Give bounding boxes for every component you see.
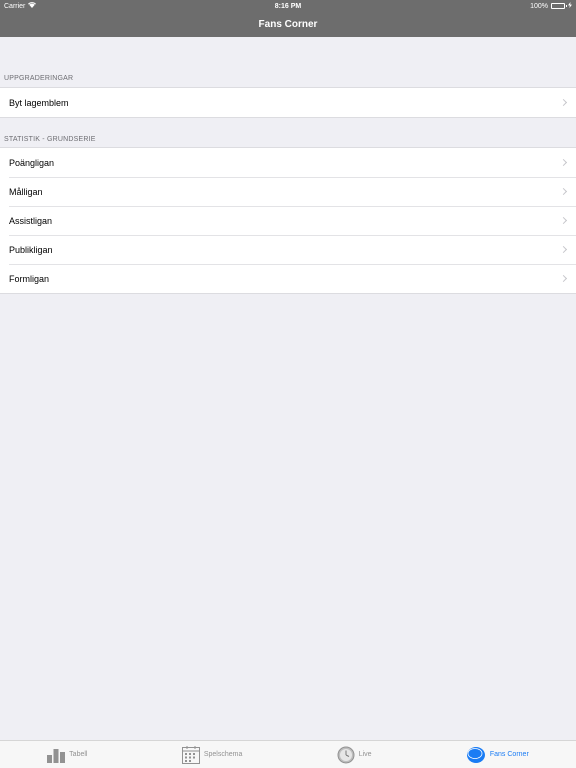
chevron-right-icon — [559, 216, 568, 225]
tab-label: Fans Corner — [489, 751, 529, 758]
status-bar: Carrier 8:16 PM 100% — [0, 0, 576, 12]
tab-spelschema[interactable]: Spelschema — [181, 745, 243, 764]
row-label: Byt lagemblem — [9, 97, 69, 108]
battery-percent: 100% — [530, 2, 548, 10]
tab-label: Spelschema — [203, 751, 243, 758]
tab-tabell[interactable]: Tabell — [47, 747, 87, 763]
navigation-bar: Fans Corner — [0, 12, 576, 37]
section-header-statistics: STATISTIK - GRUNDSERIE — [4, 136, 96, 143]
page-title: Fans Corner — [258, 19, 318, 30]
calendar-icon — [181, 745, 200, 764]
section-header-upgrades: UPPGRADERINGAR — [4, 75, 74, 82]
row-malligan[interactable]: Målligan — [0, 177, 576, 206]
clock-icon — [337, 746, 355, 764]
chevron-right-icon — [559, 98, 568, 107]
status-right: 100% — [530, 2, 572, 10]
row-publikligan[interactable]: Publikligan — [0, 235, 576, 264]
status-left: Carrier — [4, 2, 37, 10]
tab-label: Live — [358, 751, 372, 758]
statistics-group: Poängligan Målligan Assistligan Publikli… — [0, 147, 576, 294]
tab-live[interactable]: Live — [337, 746, 372, 764]
tab-fans-corner[interactable]: Fans Corner — [466, 746, 529, 764]
row-label: Poängligan — [9, 157, 55, 168]
status-time: 8:16 PM — [274, 2, 302, 10]
row-label: Publikligan — [9, 244, 53, 255]
chevron-right-icon — [559, 245, 568, 254]
tab-label: Tabell — [69, 751, 88, 758]
tab-bar: Tabell Spelschema Live Fans Corner — [0, 740, 576, 768]
row-byt-lagemblem[interactable]: Byt lagemblem — [0, 88, 576, 117]
bar-chart-icon — [47, 747, 66, 763]
puck-icon — [466, 746, 486, 764]
row-assistligan[interactable]: Assistligan — [0, 206, 576, 235]
chevron-right-icon — [559, 274, 568, 283]
upgrades-group: Byt lagemblem — [0, 87, 576, 118]
row-label: Assistligan — [9, 215, 53, 226]
battery-icon — [551, 3, 567, 9]
wifi-icon — [28, 2, 37, 10]
row-label: Målligan — [9, 186, 43, 197]
row-poangligan[interactable]: Poängligan — [0, 148, 576, 177]
chevron-right-icon — [559, 158, 568, 167]
row-label: Formligan — [9, 273, 50, 284]
carrier-label: Carrier — [4, 2, 26, 10]
row-formligan[interactable]: Formligan — [0, 264, 576, 293]
charging-icon — [568, 2, 572, 10]
chevron-right-icon — [559, 187, 568, 196]
